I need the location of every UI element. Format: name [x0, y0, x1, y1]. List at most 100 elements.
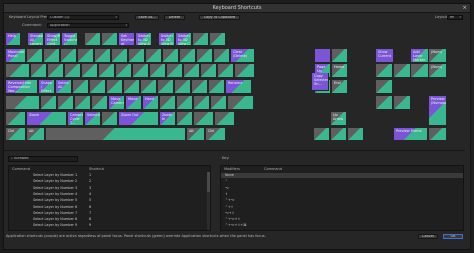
- key-row4-11[interactable]: [209, 80, 225, 94]
- left-arrow-key[interactable]: [314, 128, 330, 141]
- layout-preset-dropdown[interactable]: Custom (1) ▾: [47, 15, 119, 20]
- scrollbar[interactable]: [207, 172, 210, 230]
- key-row2-0[interactable]: Maximize Panel: [6, 49, 26, 63]
- key-row5-3[interactable]: [75, 96, 91, 110]
- key-row3-2[interactable]: [48, 64, 64, 78]
- layout-dropdown[interactable]: en ▾: [447, 15, 463, 20]
- key-row3-8[interactable]: [150, 64, 166, 78]
- table-row[interactable]: Select Layer by Number 9 9: [9, 223, 210, 228]
- key-row2-11[interactable]: [197, 49, 213, 63]
- key-row4-0[interactable]: Reverse/Hide Composition Wor...: [6, 80, 38, 94]
- key-row6-0[interactable]: [6, 112, 26, 126]
- key-row7-2[interactable]: [46, 128, 186, 141]
- key-row6-9[interactable]: [215, 112, 235, 126]
- key-row6-6[interactable]: Zooth In: [160, 112, 176, 126]
- key-row3-5[interactable]: [99, 64, 115, 78]
- table-row[interactable]: Select Layer by Number 4 4: [9, 192, 210, 197]
- key-row4-8[interactable]: [158, 80, 174, 94]
- key-row4-10[interactable]: [192, 80, 208, 94]
- key-row2-7[interactable]: [129, 49, 145, 63]
- table-row[interactable]: Select Layer by Number 8 8: [9, 217, 210, 222]
- key-row5-8[interactable]: [160, 96, 176, 110]
- numpad-key-4[interactable]: (Num): [429, 49, 447, 63]
- key-row3-9[interactable]: [167, 64, 183, 78]
- modifier-row[interactable]: ⌃+⌥+⇧: [221, 217, 463, 222]
- table-row[interactable]: Select Layer by Number 6 6: [9, 205, 210, 210]
- delete-button[interactable]: Delete: [164, 15, 185, 20]
- cancel-button[interactable]: Cancel: [418, 234, 438, 239]
- modifier-row[interactable]: ⌥+⇧: [221, 211, 463, 216]
- right-arrow-key[interactable]: [348, 128, 364, 141]
- key-row6-8[interactable]: [194, 112, 214, 126]
- numpad-key-10[interactable]: [394, 96, 411, 110]
- key-row4-7[interactable]: [141, 80, 157, 94]
- numpad-key-7[interactable]: [376, 80, 393, 94]
- shortcut-value[interactable]: 8: [89, 217, 91, 222]
- key-row3-1[interactable]: [31, 64, 47, 78]
- key-row4-12[interactable]: Rename: [226, 80, 252, 94]
- key-row5-0[interactable]: [6, 96, 40, 110]
- shortcut-value[interactable]: 1: [89, 173, 91, 178]
- key-row1-11[interactable]: [210, 33, 226, 46]
- key-row1-0[interactable]: Help: [6, 33, 21, 46]
- key-row2-5[interactable]: [95, 49, 111, 63]
- table-row[interactable]: Select Layer by Number 7 7: [9, 211, 210, 216]
- key-row2-13[interactable]: Clear (Delete): [231, 49, 255, 63]
- key-row4-1[interactable]: Shape / Effect /...: [39, 80, 55, 94]
- key-row4-3[interactable]: [73, 80, 89, 94]
- modifier-row[interactable]: ⇧: [221, 192, 463, 197]
- numpad-key-12[interactable]: [429, 128, 447, 141]
- key-row7-1[interactable]: Alt: [27, 128, 45, 141]
- key-row1-7[interactable]: Switch to 3D View A: [136, 33, 152, 46]
- key-row3-10[interactable]: [184, 64, 200, 78]
- save-as-button[interactable]: Save As...: [135, 15, 159, 20]
- numpad-key-6[interactable]: [376, 64, 393, 78]
- key-row1-3[interactable]: Toggle Switches /...: [62, 33, 78, 46]
- key-row2-10[interactable]: [180, 49, 196, 63]
- numpad-key-9[interactable]: [376, 96, 393, 110]
- modifier-row[interactable]: ⌥: [221, 186, 463, 191]
- key-row5-12[interactable]: [228, 96, 254, 110]
- close-icon[interactable]: ×: [462, 5, 467, 12]
- key-row7-3[interactable]: Alt: [187, 128, 205, 141]
- key-row4-9[interactable]: [175, 80, 191, 94]
- key-row5-4[interactable]: [92, 96, 108, 110]
- numpad-key-11[interactable]: Preview Frame: [394, 128, 428, 141]
- key-row3-12[interactable]: [218, 64, 234, 78]
- numpad-key-1[interactable]: Add Layer Marker: [411, 49, 429, 63]
- key-row2-3[interactable]: [61, 49, 77, 63]
- key-row1-4[interactable]: [85, 33, 101, 46]
- key-row6-7[interactable]: [177, 112, 193, 126]
- shortcut-value[interactable]: 3: [89, 186, 91, 191]
- key-row7-4[interactable]: Ctrl: [206, 128, 226, 141]
- key-row2-6[interactable]: [112, 49, 128, 63]
- table-row[interactable]: Select Layer by Number 3 3: [9, 186, 210, 191]
- key-row1-2[interactable]: Show/Hide Effect Cont...: [45, 33, 61, 46]
- key-row5-1[interactable]: [41, 96, 57, 110]
- key-row5-11[interactable]: [211, 96, 227, 110]
- up-arrow-key[interactable]: Up Arrow: [331, 112, 347, 126]
- ok-button[interactable]: OK: [443, 234, 463, 239]
- key-row3-11[interactable]: [201, 64, 217, 78]
- modifier-row[interactable]: ⌃+⇧: [221, 205, 463, 210]
- scrollbar-thumb[interactable]: [207, 172, 210, 192]
- key-row2-9[interactable]: [163, 49, 179, 63]
- modifier-row[interactable]: ⌃+⌥: [221, 198, 463, 203]
- key-row3-13[interactable]: [235, 64, 255, 78]
- key-row3-7[interactable]: [133, 64, 149, 78]
- key-row1-1[interactable]: Standard All Layers: [28, 33, 44, 46]
- key-row3-4[interactable]: [82, 64, 98, 78]
- key-row4-6[interactable]: [124, 80, 140, 94]
- key-row7-0[interactable]: Ctrl: [6, 128, 26, 141]
- key-row4-5[interactable]: [107, 80, 123, 94]
- command-dropdown[interactable]: Application ▾: [47, 23, 129, 28]
- key-row1-5[interactable]: [102, 33, 118, 46]
- shortcut-value[interactable]: 6: [89, 205, 91, 210]
- key-row3-0[interactable]: [6, 64, 30, 78]
- shortcut-value[interactable]: 4: [89, 192, 91, 197]
- numpad-key-8[interactable]: Preview (Numpad): [429, 96, 447, 126]
- key-row2-8[interactable]: [146, 49, 162, 63]
- table-row[interactable]: Select Layer by Number 2 2: [9, 179, 210, 184]
- modifier-row[interactable]: ⌃: [221, 179, 463, 184]
- key-row6-2[interactable]: Camera Cycle T...: [68, 112, 84, 126]
